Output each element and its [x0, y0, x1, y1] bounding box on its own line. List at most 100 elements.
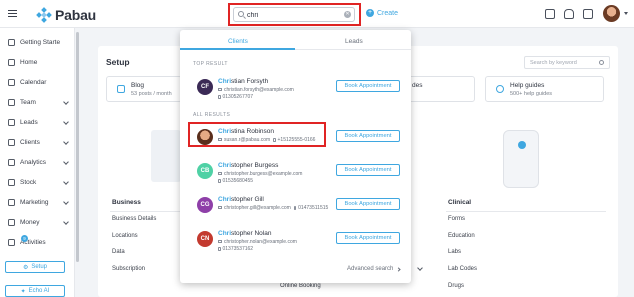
- plus-icon: +: [366, 9, 374, 17]
- mail-icon: [218, 88, 222, 92]
- sidebar-item-getting-started[interactable]: Getting Starte: [8, 35, 70, 49]
- forms-link[interactable]: Forms: [448, 216, 465, 222]
- phone-icon: [218, 246, 221, 251]
- create-button[interactable]: + Create: [366, 9, 398, 17]
- sidebar-item-activities[interactable]: Activities 9: [8, 235, 70, 249]
- drugs-link[interactable]: Drugs: [448, 283, 464, 289]
- education-link[interactable]: Education: [448, 233, 475, 239]
- hamburger-menu-icon[interactable]: [8, 10, 17, 17]
- sidebar: Getting Starte Home Calendar Team Leads …: [0, 28, 75, 297]
- mail-icon: [218, 172, 222, 176]
- home-icon: [8, 58, 15, 66]
- phone-icon: [293, 205, 297, 210]
- labs-link[interactable]: Labs: [448, 249, 461, 255]
- bell-icon[interactable]: [564, 9, 574, 19]
- sidebar-item-label: Home: [20, 58, 38, 66]
- book-appointment-button[interactable]: Book Appointment: [336, 130, 400, 142]
- clients-icon: [8, 138, 15, 146]
- leads-icon: [8, 118, 15, 126]
- search-tabs: Clients Leads: [180, 30, 411, 50]
- sidebar-item-clients[interactable]: Clients: [8, 135, 70, 149]
- blog-card[interactable]: Blog 53 posts / month: [106, 76, 182, 102]
- tab-clients[interactable]: Clients: [228, 38, 248, 45]
- sidebar-item-money[interactable]: Money: [8, 215, 70, 229]
- advanced-search-link[interactable]: Advanced search: [347, 266, 401, 272]
- client-email: christopher.nolan@example.com: [218, 239, 297, 245]
- business-illustration: [151, 130, 181, 182]
- clinical-heading: Clinical: [448, 199, 472, 206]
- online-booking-link[interactable]: Online Booking: [280, 283, 321, 289]
- analytics-icon: [8, 158, 15, 166]
- sidebar-item-leads[interactable]: Leads: [8, 115, 70, 129]
- mail-icon: [218, 240, 222, 244]
- user-avatar[interactable]: [603, 5, 620, 22]
- search-input[interactable]: [247, 10, 342, 20]
- result-row-christopher-burgess[interactable]: CB Christopher Burgess christopher.burge…: [193, 159, 403, 185]
- sidebar-item-label: Clients: [20, 138, 40, 146]
- sparkle-icon: ✦: [20, 288, 26, 295]
- business-details-link[interactable]: Business Details: [112, 216, 156, 222]
- client-avatar: CB: [197, 163, 213, 179]
- sidebar-item-label: Getting Starte: [20, 38, 61, 46]
- chat-icon[interactable]: [583, 9, 593, 19]
- book-appointment-button[interactable]: Book Appointment: [336, 232, 400, 244]
- result-row-christopher-gill[interactable]: CG Christopher Gill christopher.gill@exa…: [193, 193, 403, 219]
- team-icon: [8, 98, 15, 106]
- tab-leads[interactable]: Leads: [345, 38, 363, 45]
- client-phone: 01305267707: [218, 94, 253, 100]
- client-avatar: CN: [197, 231, 213, 247]
- chevron-down-icon[interactable]: [624, 12, 628, 15]
- setup-button[interactable]: ⚙ Setup: [5, 261, 65, 273]
- echo-ai-button[interactable]: ✦ Echo AI: [5, 285, 65, 297]
- sidebar-item-analytics[interactable]: Analytics: [8, 155, 70, 169]
- subscription-link[interactable]: Subscription: [112, 266, 145, 272]
- sidebar-item-label: Analytics: [20, 158, 47, 166]
- global-search[interactable]: ✕: [233, 7, 355, 22]
- phone-dot-icon: [518, 141, 526, 149]
- marketing-icon: [8, 198, 15, 206]
- book-appointment-button[interactable]: Book Appointment: [336, 164, 400, 176]
- calendar-icon[interactable]: [545, 9, 555, 19]
- client-name: Christopher Gill: [218, 196, 264, 203]
- stock-icon: [8, 178, 15, 186]
- sidebar-item-label: Stock: [20, 178, 37, 186]
- clear-search-icon[interactable]: ✕: [344, 11, 351, 18]
- sidebar-item-stock[interactable]: Stock: [8, 175, 70, 189]
- calendar-icon: [8, 78, 15, 86]
- client-name: Christopher Burgess: [218, 162, 279, 169]
- sidebar-item-marketing[interactable]: Marketing: [8, 195, 70, 209]
- client-avatar: CF: [197, 79, 213, 95]
- search-icon: [599, 60, 604, 65]
- rocket-icon: [8, 38, 15, 46]
- sidebar-item-home[interactable]: Home: [8, 55, 70, 69]
- result-row-christopher-nolan[interactable]: CN Christopher Nolan christopher.nolan@e…: [193, 227, 403, 253]
- pabau-logo[interactable]: Pabau: [36, 7, 96, 23]
- sidebar-item-label: Calendar: [20, 78, 47, 86]
- keyword-search-input[interactable]: Search by keyword: [524, 56, 610, 69]
- client-phone: 01535680455: [218, 178, 253, 184]
- sidebar-scrollbar[interactable]: [76, 32, 79, 262]
- chevron-down-icon: [63, 99, 69, 105]
- book-appointment-button[interactable]: Book Appointment: [336, 198, 400, 210]
- activities-badge: 9: [21, 235, 28, 242]
- guides-title: des: [412, 82, 423, 89]
- client-email: christian.forsyth@example.com: [218, 87, 294, 93]
- data-link[interactable]: Data: [112, 249, 125, 255]
- help-guides-card[interactable]: Help guides 500+ help guides: [485, 76, 604, 102]
- setup-label: Setup: [31, 264, 48, 270]
- sidebar-item-label: Team: [20, 98, 36, 106]
- chevron-down-icon: [63, 119, 69, 125]
- sidebar-item-label: Money: [20, 218, 40, 226]
- client-contact: christopher.gill@example.com 01473511515: [218, 205, 328, 211]
- clinical-illustration: [503, 130, 539, 188]
- locations-link[interactable]: Locations: [112, 233, 138, 239]
- book-appointment-button[interactable]: Book Appointment: [336, 80, 400, 92]
- lab-codes-link[interactable]: Lab Codes: [448, 266, 477, 272]
- top-result-row[interactable]: CF Christian Forsyth christian.forsyth@e…: [193, 75, 403, 101]
- all-results-label: ALL RESULTS: [193, 112, 231, 118]
- sidebar-item-calendar[interactable]: Calendar: [8, 75, 70, 89]
- business-heading: Business: [112, 199, 141, 206]
- chevron-right-icon: [396, 266, 401, 272]
- advanced-search-label: Advanced search: [347, 266, 394, 272]
- sidebar-item-team[interactable]: Team: [8, 95, 70, 109]
